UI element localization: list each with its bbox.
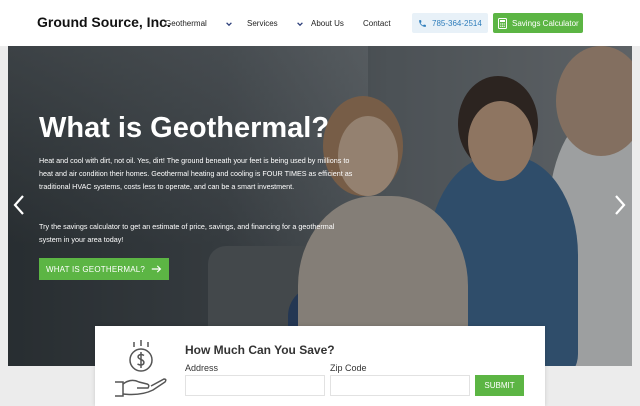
zip-code-label: Zip Code xyxy=(330,363,367,373)
hero-title: What is Geothermal? xyxy=(39,112,330,144)
arrow-right-icon xyxy=(151,265,162,273)
phone-icon xyxy=(419,19,426,27)
savings-form-card: How Much Can You Save? Address Zip Code … xyxy=(95,326,545,406)
site-header: Ground Source, Inc. Geothermal Services … xyxy=(0,0,640,46)
chevron-right-icon[interactable] xyxy=(613,194,627,216)
address-label: Address xyxy=(185,363,219,373)
nav-contact[interactable]: Contact xyxy=(363,19,391,28)
savings-calculator-label: Savings Calculator xyxy=(512,18,579,28)
phone-number: 785-364-2514 xyxy=(432,18,482,28)
nav-services[interactable]: Services xyxy=(247,19,304,28)
cta-label: WHAT IS GEOTHERMAL? xyxy=(45,264,146,274)
chevron-down-icon xyxy=(296,21,303,26)
calculator-icon xyxy=(498,17,507,29)
brand-logo[interactable]: Ground Source, Inc. xyxy=(37,14,171,30)
hero-overlay xyxy=(8,46,632,366)
address-input[interactable] xyxy=(185,375,325,396)
zip-code-input[interactable] xyxy=(330,375,470,396)
hero-description: Heat and cool with dirt, not oil. Yes, d… xyxy=(39,156,353,192)
what-is-geothermal-button[interactable]: WHAT IS GEOTHERMAL? xyxy=(39,258,169,280)
money-hand-icon xyxy=(115,340,167,397)
savings-calculator-button[interactable]: Savings Calculator xyxy=(493,13,583,33)
savings-form-title: How Much Can You Save? xyxy=(185,343,335,357)
nav-geothermal-label: Geothermal xyxy=(165,19,207,28)
submit-button[interactable]: SUBMIT xyxy=(475,375,524,396)
phone-button[interactable]: 785-364-2514 xyxy=(412,13,488,33)
hero-carousel: What is Geothermal? Heat and cool with d… xyxy=(8,46,632,366)
nav-about-us[interactable]: About Us xyxy=(311,19,344,28)
hero-calculator-prompt: Try the savings calculator to get an est… xyxy=(39,222,335,245)
chevron-left-icon[interactable] xyxy=(12,194,26,216)
nav-contact-label: Contact xyxy=(363,19,391,28)
nav-geothermal[interactable]: Geothermal xyxy=(165,19,233,28)
nav-services-label: Services xyxy=(247,19,278,28)
chevron-down-icon xyxy=(225,21,232,26)
nav-about-label: About Us xyxy=(311,19,344,28)
